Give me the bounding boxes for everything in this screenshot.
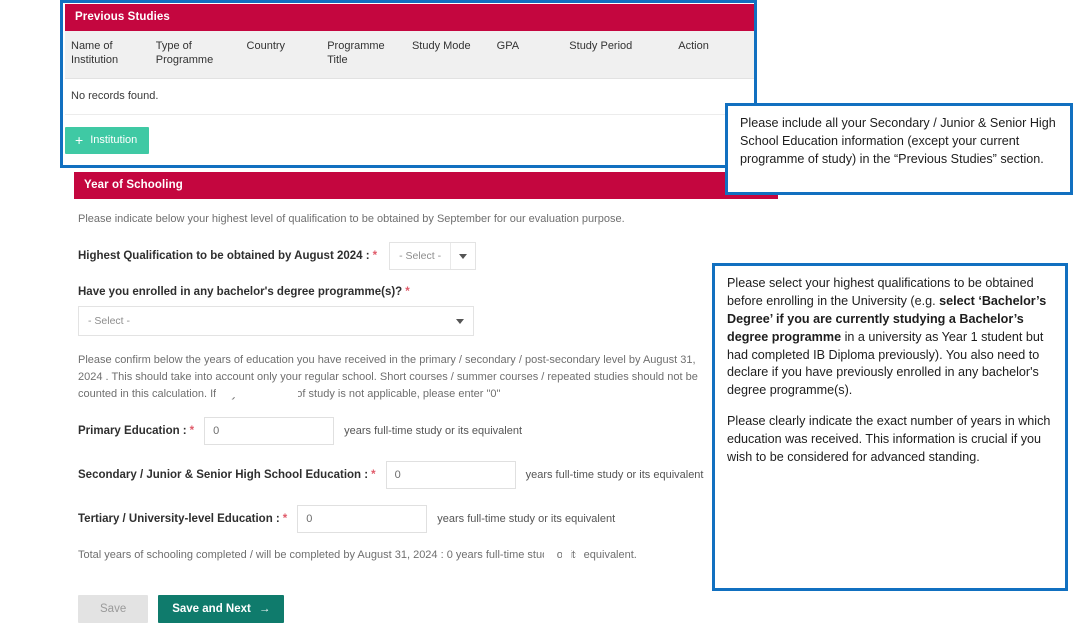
required-marker: * xyxy=(282,513,288,526)
required-marker: * xyxy=(189,425,195,438)
secondary-education-label: Secondary / Junior & Senior High School … xyxy=(78,469,376,482)
total-years-line: Total years of schooling completed / wil… xyxy=(78,549,774,565)
save-button[interactable]: Save xyxy=(78,595,149,623)
tertiary-education-row: Tertiary / University-level Education : *… xyxy=(78,505,774,534)
primary-education-row: Primary Education :* years full-time stu… xyxy=(78,417,774,446)
secondary-education-row: Secondary / Junior & Senior High School … xyxy=(78,461,774,490)
bachelor-enrolled-label: Have you enrolled in any bachelor's degr… xyxy=(78,286,410,299)
required-marker: * xyxy=(405,286,410,299)
callout-2-paragraph-2: Please clearly indicate the exact number… xyxy=(727,414,1051,464)
form-action-buttons: Save Save and Next → xyxy=(78,595,774,623)
primary-education-label: Primary Education : * xyxy=(78,425,195,438)
highest-qualification-value: - Select - xyxy=(399,250,442,263)
column-header-study-period: Study Period xyxy=(563,31,673,79)
column-header-action: Action xyxy=(672,31,755,79)
column-header-gpa: GPA xyxy=(490,31,564,79)
required-marker: * xyxy=(372,250,378,263)
previous-studies-header: Previous Studies xyxy=(65,4,755,31)
bachelor-enrolled-group: Have you enrolled in any bachelor's degr… xyxy=(78,286,774,337)
empty-message: No records found. xyxy=(65,78,755,115)
column-header-country: Country xyxy=(240,31,322,79)
tertiary-education-input[interactable] xyxy=(297,505,428,534)
bachelor-enrolled-select[interactable]: - Select - xyxy=(78,306,474,337)
tertiary-education-suffix: years full-time study or its equivalent xyxy=(437,513,616,526)
add-institution-label: Institution xyxy=(90,133,138,146)
primary-education-input[interactable] xyxy=(204,417,335,446)
bachelor-enrolled-value: - Select - xyxy=(88,315,131,328)
application-form-page: Previous Studies Name of Institution Typ… xyxy=(60,0,778,623)
highest-qualification-row: Highest Qualification to be obtained by … xyxy=(78,242,774,271)
secondary-education-input[interactable] xyxy=(385,461,516,490)
callout-1-text: Please include all your Secondary / Juni… xyxy=(740,116,1056,166)
primary-education-suffix: years full-time study or its equivalent xyxy=(344,425,523,438)
column-header-type-of-programme: Type of Programme xyxy=(149,31,241,79)
previous-studies-table: Name of Institution Type of Programme Co… xyxy=(65,31,755,115)
required-marker: * xyxy=(371,469,376,482)
confirm-years-note: Please confirm below the years of educat… xyxy=(78,354,698,401)
callout-qualifications: Please select your highest qualification… xyxy=(712,263,1068,591)
year-of-schooling-intro: Please indicate below your highest level… xyxy=(78,213,625,225)
year-of-schooling-header: Year of Schooling xyxy=(74,172,778,199)
chevron-down-icon xyxy=(450,243,475,270)
column-header-study-mode: Study Mode xyxy=(405,31,491,79)
arrow-right-icon: → xyxy=(258,603,271,616)
column-header-programme-title: Programme Title xyxy=(321,31,406,79)
chevron-down-icon xyxy=(447,318,473,324)
previous-studies-panel: Previous Studies Name of Institution Typ… xyxy=(65,4,755,154)
column-header-name-of-institution: Name of Institution xyxy=(65,31,150,79)
table-row-empty: No records found. xyxy=(65,78,755,115)
plus-icon: + xyxy=(75,131,84,148)
erased-patch xyxy=(533,558,591,565)
year-of-schooling-panel: Year of Schooling Please indicate below … xyxy=(74,172,778,623)
erased-patch xyxy=(216,383,298,398)
save-and-next-label: Save and Next xyxy=(172,603,251,616)
save-and-next-button[interactable]: Save and Next → xyxy=(158,595,285,623)
callout-2-paragraph-1: Please select your highest qualification… xyxy=(727,276,1047,398)
highest-qualification-select[interactable]: - Select - xyxy=(389,242,477,271)
table-header-row: Name of Institution Type of Programme Co… xyxy=(65,31,755,79)
highest-qualification-label: Highest Qualification to be obtained by … xyxy=(78,250,378,263)
secondary-education-suffix: years full-time study or its equivalent xyxy=(525,469,704,482)
callout-previous-studies: Please include all your Secondary / Juni… xyxy=(725,103,1073,195)
tertiary-education-label: Tertiary / University-level Education : * xyxy=(78,513,288,526)
add-institution-button[interactable]: + Institution xyxy=(65,126,150,154)
